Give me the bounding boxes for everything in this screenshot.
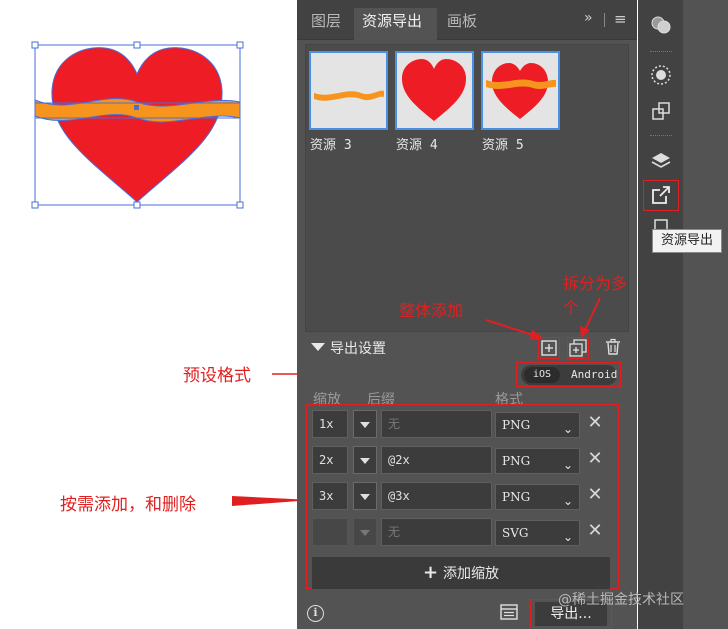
format-select[interactable]: SVG ⌄ [495,520,580,546]
highlight-add-asset [538,337,560,359]
chevron-down-icon: ⌄ [562,530,573,544]
chevron-down-icon: ⌄ [562,422,573,436]
highlight-split-assets [567,337,589,359]
scale-dropdown-icon[interactable] [353,410,377,438]
transparency-icon[interactable] [650,64,672,86]
right-toolbar [638,0,683,629]
annotation-add-delete: 按需添加，和删除 [60,495,196,515]
scale-row: 1x 无 PNG ⌄ ✕ [297,410,637,438]
remove-scale-icon[interactable]: ✕ [586,484,604,506]
assets-grid: 资源 3 资源 4 资源 5 整体添加 拆分为多个 [305,44,629,340]
plus-icon: + [422,562,439,583]
suffix-input[interactable]: 无 [381,410,492,438]
asset-thumb-3[interactable] [309,51,388,130]
heart-ribbon-thumbnail-icon [486,63,556,119]
scale-input[interactable] [312,518,348,546]
format-value: PNG [502,454,531,468]
remove-scale-icon[interactable]: ✕ [586,412,604,434]
suffix-input[interactable]: 无 [381,518,492,546]
format-select[interactable]: PNG ⌄ [495,412,580,438]
remove-scale-icon[interactable]: ✕ [586,448,604,470]
highlight-presets [516,362,621,387]
annotation-arrows [485,297,601,340]
heart-shape [51,47,223,203]
add-scale-label: 添加缩放 [443,566,500,582]
layers-icon[interactable] [650,150,672,172]
canvas-heart-artwork[interactable] [30,40,245,210]
suffix-input[interactable]: @3x [381,482,492,510]
asset-label-3: 资源 3 [310,138,352,153]
heart-thumbnail-icon [401,59,467,121]
highlight-asset-export-icon [643,180,679,211]
info-icon[interactable]: i [307,605,324,622]
ribbon-thumbnail-icon [314,90,384,101]
asset-thumb-5[interactable] [481,51,560,130]
panel-tabbar: 图层 资源导出 画板 » ≡ [297,0,637,40]
format-value: PNG [502,418,531,432]
tab-layers[interactable]: 图层 [303,8,349,40]
toolbar-grip[interactable] [650,135,672,137]
format-value: SVG [502,526,529,540]
asset-thumb-4[interactable] [395,51,474,130]
scale-dropdown-icon[interactable] [353,482,377,510]
tab-artboards[interactable]: 画板 [439,8,485,40]
export-settings-icon[interactable] [500,603,518,621]
format-select[interactable]: PNG ⌄ [495,484,580,510]
tooltip: 资源导出 [652,229,722,253]
watermark: @稀土掘金技术社区 [558,592,684,608]
annotation-whole-add: 整体添加 [399,301,464,320]
panel-menu-icon[interactable]: ≡ [614,10,627,28]
export-settings-title: 导出设置 [330,341,386,357]
toolbar-grip[interactable] [650,51,672,53]
remove-scale-icon[interactable]: ✕ [586,520,604,542]
asset-label-4: 资源 4 [396,138,438,153]
collapse-panel-icon[interactable]: » [584,10,593,26]
asset-label-5: 资源 5 [482,138,524,153]
format-value: PNG [502,490,531,504]
chevron-down-icon: ⌄ [562,494,573,508]
tab-asset-export[interactable]: 资源导出 [354,8,437,40]
collapse-caret-icon[interactable] [311,343,325,351]
scale-input[interactable]: 2x [312,446,348,474]
asset-export-panel: 图层 资源导出 画板 » ≡ 资源 3 资源 4 资源 5 整体添加 拆分为多个… [297,0,637,629]
scale-row: 2x @2x PNG ⌄ ✕ [297,446,637,474]
scale-input[interactable]: 1x [312,410,348,438]
appearance-icon[interactable] [650,14,672,36]
tab-separator [604,13,605,27]
artboard-transform-icon[interactable] [650,100,672,122]
annotation-preset-format: 预设格式 [183,366,251,386]
workspace-background [683,0,728,629]
trash-icon[interactable] [604,338,622,356]
scale-input[interactable]: 3x [312,482,348,510]
scale-row: 3x @3x PNG ⌄ ✕ [297,482,637,510]
scale-dropdown-icon[interactable] [353,446,377,474]
suffix-input[interactable]: @2x [381,446,492,474]
add-scale-button[interactable]: + 添加缩放 [312,557,610,589]
scale-dropdown-icon[interactable] [353,518,377,546]
format-select[interactable]: PNG ⌄ [495,448,580,474]
chevron-down-icon: ⌄ [562,458,573,472]
scale-row: 无 SVG ⌄ ✕ [297,518,637,546]
